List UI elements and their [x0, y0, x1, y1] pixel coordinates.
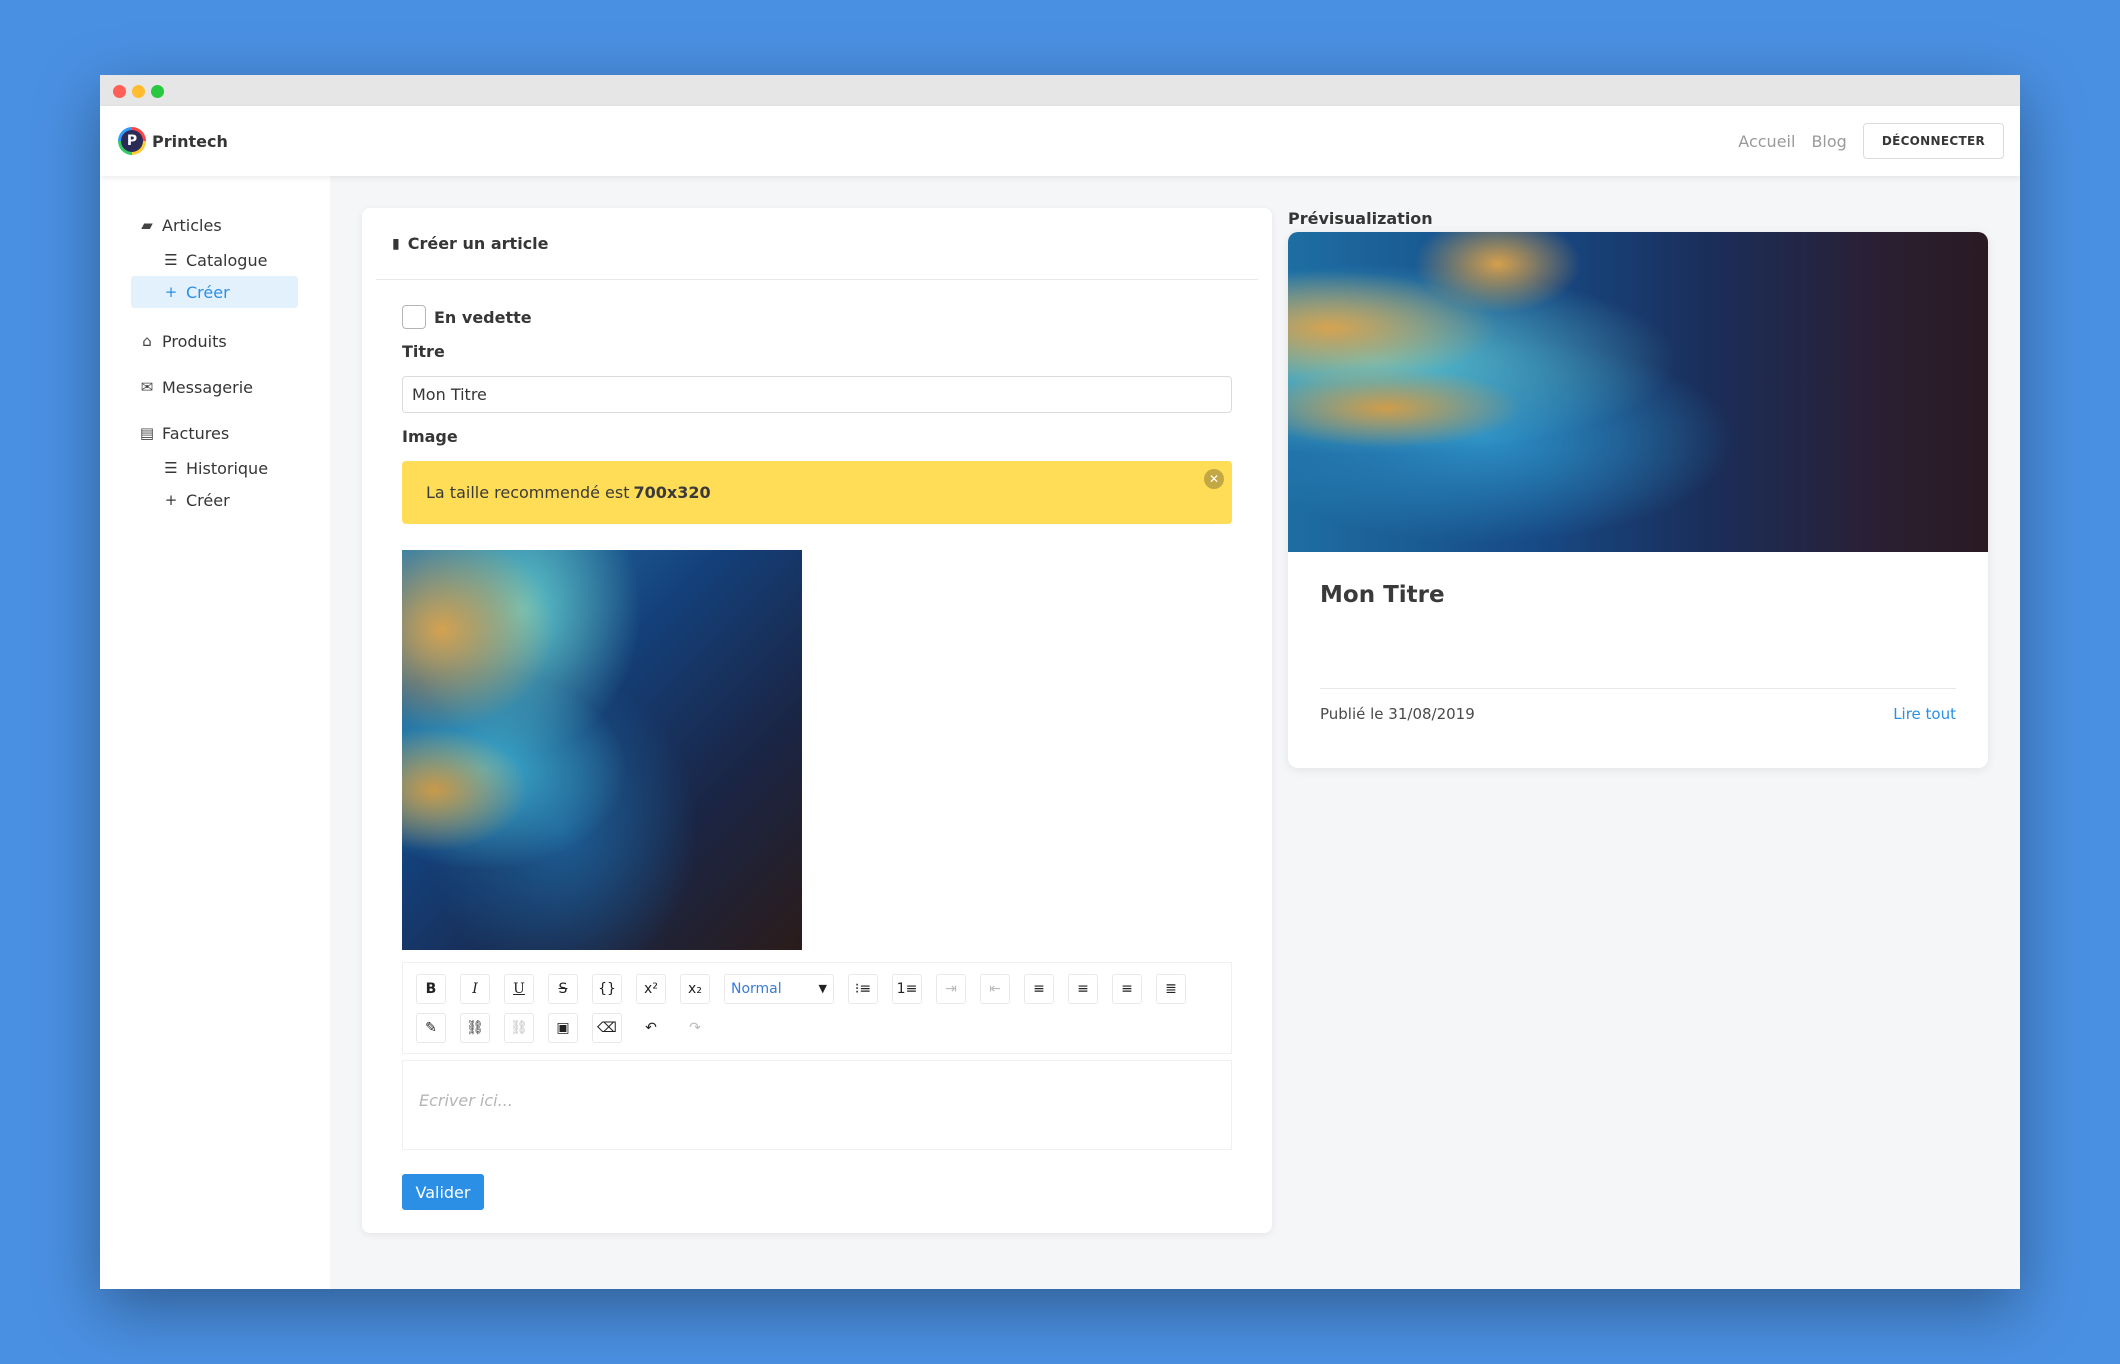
sidebar-group-produits: ⌂ Produits — [138, 328, 330, 354]
superscript-icon[interactable]: x² — [636, 973, 666, 1004]
align-center-icon[interactable]: ≡ — [1068, 973, 1098, 1004]
align-right-icon[interactable]: ≡ — [1112, 973, 1142, 1004]
preview-footer: Publié le 31/08/2019 Lire tout — [1320, 688, 1956, 723]
list-icon: ☰ — [164, 251, 178, 269]
align-justify-icon[interactable]: ≣ — [1156, 973, 1186, 1004]
featured-checkbox-row[interactable]: En vedette — [402, 302, 1232, 332]
file-icon: ▮ — [392, 235, 400, 252]
code-block-icon[interactable]: {} — [592, 973, 622, 1004]
subscript-icon[interactable]: x₂ — [680, 973, 710, 1004]
featured-label: En vedette — [434, 308, 532, 327]
close-icon[interactable]: ✕ — [1204, 469, 1224, 489]
caret-down-icon: ▼ — [818, 982, 827, 995]
sidebar-group-articles: ▰ Articles ☰ Catalogue + Créer — [131, 212, 330, 308]
strikethrough-icon[interactable]: S — [548, 973, 578, 1004]
ordered-list-icon[interactable]: 1≡ — [892, 973, 922, 1004]
plus-icon: + — [164, 283, 178, 301]
title-label: Titre — [402, 342, 445, 361]
image-label: Image — [402, 427, 458, 446]
preview-article-title: Mon Titre — [1320, 582, 1445, 608]
indent-icon[interactable]: ⇥ — [936, 973, 966, 1004]
redo-icon[interactable]: ↷ — [680, 1012, 710, 1043]
image-size-notice: La taille recommendé est 700x320 ✕ — [402, 461, 1232, 524]
maximize-window-button[interactable] — [151, 85, 164, 98]
title-input[interactable]: Mon Titre — [402, 376, 1232, 413]
top-navbar: P Printech Accueil Blog DÉCONNECTER — [100, 106, 2020, 176]
brand-logo-icon: P — [118, 127, 146, 155]
sidebar-item-catalogue[interactable]: ☰ Catalogue — [131, 244, 298, 276]
browser-window: P Printech Accueil Blog DÉCONNECTER ▰ Ar… — [100, 75, 2020, 1289]
featured-checkbox[interactable] — [402, 305, 426, 329]
article-preview-card: Mon Titre Publié le 31/08/2019 Lire tout — [1288, 232, 1988, 768]
unlink-icon[interactable]: ⛓ — [504, 1012, 534, 1043]
bullet-list-icon[interactable]: ⁝≡ — [848, 973, 878, 1004]
sidebar-item-produits[interactable]: ⌂ Produits — [138, 328, 330, 354]
file-invoice-icon: ▤ — [139, 424, 155, 442]
plus-icon: + — [164, 491, 178, 509]
link-icon[interactable]: ⛓ — [460, 1012, 490, 1043]
undo-icon[interactable]: ↶ — [636, 1012, 666, 1043]
sidebar-item-historique[interactable]: ☰ Historique — [131, 452, 298, 484]
article-form: En vedette Titre Mon Titre Image La tail… — [362, 280, 1272, 1210]
sidebar-item-creer-facture[interactable]: + Créer — [131, 484, 298, 516]
preview-banner-image — [1288, 232, 1988, 552]
preview-section-title: Prévisualization — [1288, 209, 1433, 228]
create-article-card: ▮ Créer un article En vedette Titre Mon … — [362, 208, 1272, 1233]
underline-icon[interactable]: U — [504, 973, 534, 1004]
eraser-icon[interactable]: ⌫ — [592, 1012, 622, 1043]
submit-button[interactable]: Valider — [402, 1174, 484, 1210]
editor-toolbar: B I U S {} x² x₂ Normal ▼ ⁝≡ 1≡ ⇥ ⇤ ≡ ≡ … — [402, 962, 1232, 1054]
text-style-select[interactable]: Normal ▼ — [724, 973, 834, 1004]
color-picker-icon[interactable]: ✎ — [416, 1012, 446, 1043]
brand[interactable]: P Printech — [118, 127, 228, 155]
nav-link-accueil[interactable]: Accueil — [1738, 132, 1795, 151]
rich-text-editor: B I U S {} x² x₂ Normal ▼ ⁝≡ 1≡ ⇥ ⇤ ≡ ≡ … — [402, 962, 1232, 1150]
sidebar: ▰ Articles ☰ Catalogue + Créer ⌂ Produit… — [100, 176, 330, 1289]
align-left-icon[interactable]: ≡ — [1024, 973, 1054, 1004]
sidebar-item-creer-article[interactable]: + Créer — [131, 276, 298, 308]
close-window-button[interactable] — [113, 85, 126, 98]
editor-textarea[interactable]: Ecriver ici... — [402, 1060, 1232, 1150]
read-more-link[interactable]: Lire tout — [1893, 705, 1956, 723]
bold-icon[interactable]: B — [416, 973, 446, 1004]
sidebar-group-factures: ▤ Factures ☰ Historique + Créer — [138, 420, 330, 516]
brand-name: Printech — [152, 131, 228, 151]
notice-size: 700x320 — [633, 483, 711, 502]
card-header: ▮ Créer un article — [376, 208, 1258, 280]
uploaded-image[interactable] — [402, 550, 802, 950]
list-icon: ☰ — [164, 459, 178, 477]
envelope-icon: ✉ — [140, 378, 154, 396]
sidebar-group-messagerie: ✉ Messagerie — [138, 374, 330, 400]
minimize-window-button[interactable] — [132, 85, 145, 98]
basket-icon: ⌂ — [142, 332, 152, 350]
comment-icon: ▰ — [141, 216, 153, 234]
preview-date: Publié le 31/08/2019 — [1320, 705, 1475, 723]
nav-link-blog[interactable]: Blog — [1811, 132, 1846, 151]
sidebar-item-articles[interactable]: ▰ Articles — [138, 212, 330, 238]
logout-button[interactable]: DÉCONNECTER — [1862, 123, 2004, 159]
italic-icon[interactable]: I — [460, 973, 490, 1004]
sidebar-item-factures[interactable]: ▤ Factures — [138, 420, 330, 446]
notice-text: La taille recommendé est — [426, 483, 630, 502]
outdent-icon[interactable]: ⇤ — [980, 973, 1010, 1004]
sidebar-item-messagerie[interactable]: ✉ Messagerie — [138, 374, 330, 400]
card-title: Créer un article — [407, 234, 549, 253]
image-icon[interactable]: ▣ — [548, 1012, 578, 1043]
window-titlebar — [100, 75, 2020, 106]
